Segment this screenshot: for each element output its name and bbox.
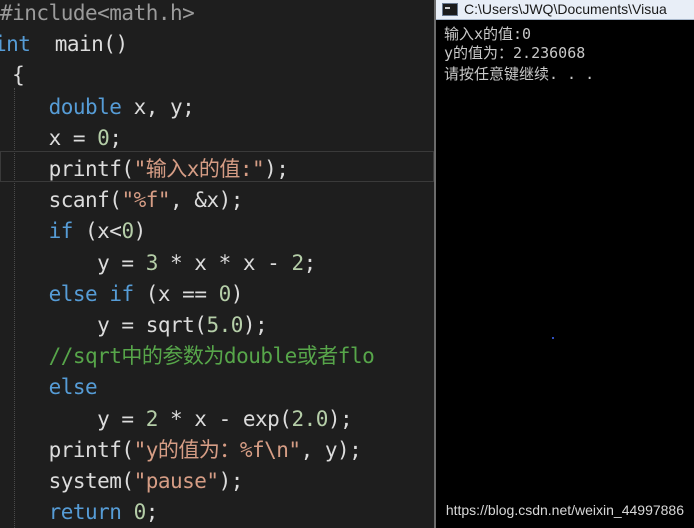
code-token: printf( <box>0 157 135 181</box>
watermark-url: https://blog.csdn.net/weixin_44997886 <box>445 502 684 518</box>
code-token: ; <box>109 125 122 150</box>
code-token: else <box>48 375 98 400</box>
code-token: 0 <box>121 219 134 244</box>
code-line: printf("输入x的值:"); <box>0 154 289 185</box>
console-line-result: y的值为：2.236068 <box>444 44 586 62</box>
code-line: #include<math.h> <box>0 0 195 29</box>
code-token: system( <box>0 469 135 493</box>
code-line: else <box>0 372 98 403</box>
code-token: 2 <box>291 250 304 275</box>
code-line: system("pause"); <box>0 466 244 497</box>
code-editor[interactable]: #include<math.h> int main() { double x, y… <box>0 0 434 528</box>
code-token: "%f" <box>121 188 171 213</box>
code-token: ); <box>242 313 268 337</box>
console-window[interactable]: C:\Users\JWQ\Documents\Visua 输入x的值:0 y的值… <box>434 0 694 528</box>
console-app-icon <box>442 3 458 16</box>
code-line: if (x<0) <box>0 216 147 247</box>
code-token: "pause" <box>133 469 220 493</box>
code-token: double <box>48 94 122 119</box>
code-token: * x - exp( <box>157 406 292 431</box>
code-token: ; <box>145 500 159 525</box>
console-title-bar[interactable]: C:\Users\JWQ\Documents\Visua <box>436 0 694 20</box>
console-line-pause: 请按任意键继续. . . <box>444 65 595 83</box>
code-token: 0 <box>133 500 147 525</box>
code-token: (x< <box>72 219 122 244</box>
code-token: * x * x - <box>157 250 292 275</box>
code-line: //sqrt中的参数为double或者flo <box>0 341 375 372</box>
code-line: double x, y; <box>0 92 195 123</box>
code-line: y = 3 * x * x - 2; <box>0 248 316 279</box>
code-line: return 0; <box>0 497 159 528</box>
code-token: y = <box>0 250 146 275</box>
code-token: y = sqrt( <box>0 313 207 337</box>
code-token: ; <box>303 250 317 275</box>
console-line-input-prompt: 输入x的值:0 <box>444 25 532 43</box>
code-token: { <box>0 63 25 88</box>
console-cursor-dot <box>552 337 554 339</box>
code-token: printf( <box>0 437 135 462</box>
code-token: y = <box>0 406 146 431</box>
code-token: 2.0 <box>291 406 328 431</box>
code-token: (x == <box>133 281 219 306</box>
code-token: 5.0 <box>206 313 243 337</box>
code-token: scanf( <box>0 188 122 213</box>
code-token: 0 <box>218 281 232 306</box>
code-line: y = 2 * x - exp(2.0); <box>0 404 353 435</box>
code-token: ) <box>230 281 244 306</box>
code-line: scanf("%f", &x); <box>0 185 244 216</box>
code-line: else if (x == 0) <box>0 279 244 310</box>
code-token: 3 <box>145 250 159 275</box>
code-token: , y); <box>300 437 362 462</box>
code-token: else <box>48 281 98 306</box>
code-token: "输入x的值:" <box>133 157 265 181</box>
code-token: if <box>109 281 134 306</box>
code-line: y = sqrt(5.0); <box>0 310 268 341</box>
code-line: x = 0; <box>0 123 122 154</box>
code-token: //sqrt中的参数为double或者flo <box>0 344 375 369</box>
code-token: main() <box>30 32 128 57</box>
code-line: printf("y的值为：%f\n", y); <box>0 435 362 466</box>
code-token: ) <box>133 219 147 244</box>
code-token: x, y; <box>121 94 195 119</box>
code-token: return <box>48 500 122 525</box>
code-token: if <box>48 219 74 244</box>
code-token: ); <box>327 406 353 431</box>
code-token: #include<math.h> <box>0 1 195 25</box>
code-token: ); <box>264 157 289 181</box>
code-line: int main() <box>0 29 128 60</box>
code-line: { <box>0 60 25 91</box>
code-token: "y的值为：%f\n" <box>133 437 302 462</box>
console-title: C:\Users\JWQ\Documents\Visua <box>464 1 667 17</box>
code-token: 2 <box>145 406 159 431</box>
code-token: x = <box>0 125 98 150</box>
code-token: int <box>0 32 31 57</box>
code-token: 0 <box>97 125 110 150</box>
code-token: ); <box>218 469 244 493</box>
code-token: , &x); <box>170 188 243 213</box>
